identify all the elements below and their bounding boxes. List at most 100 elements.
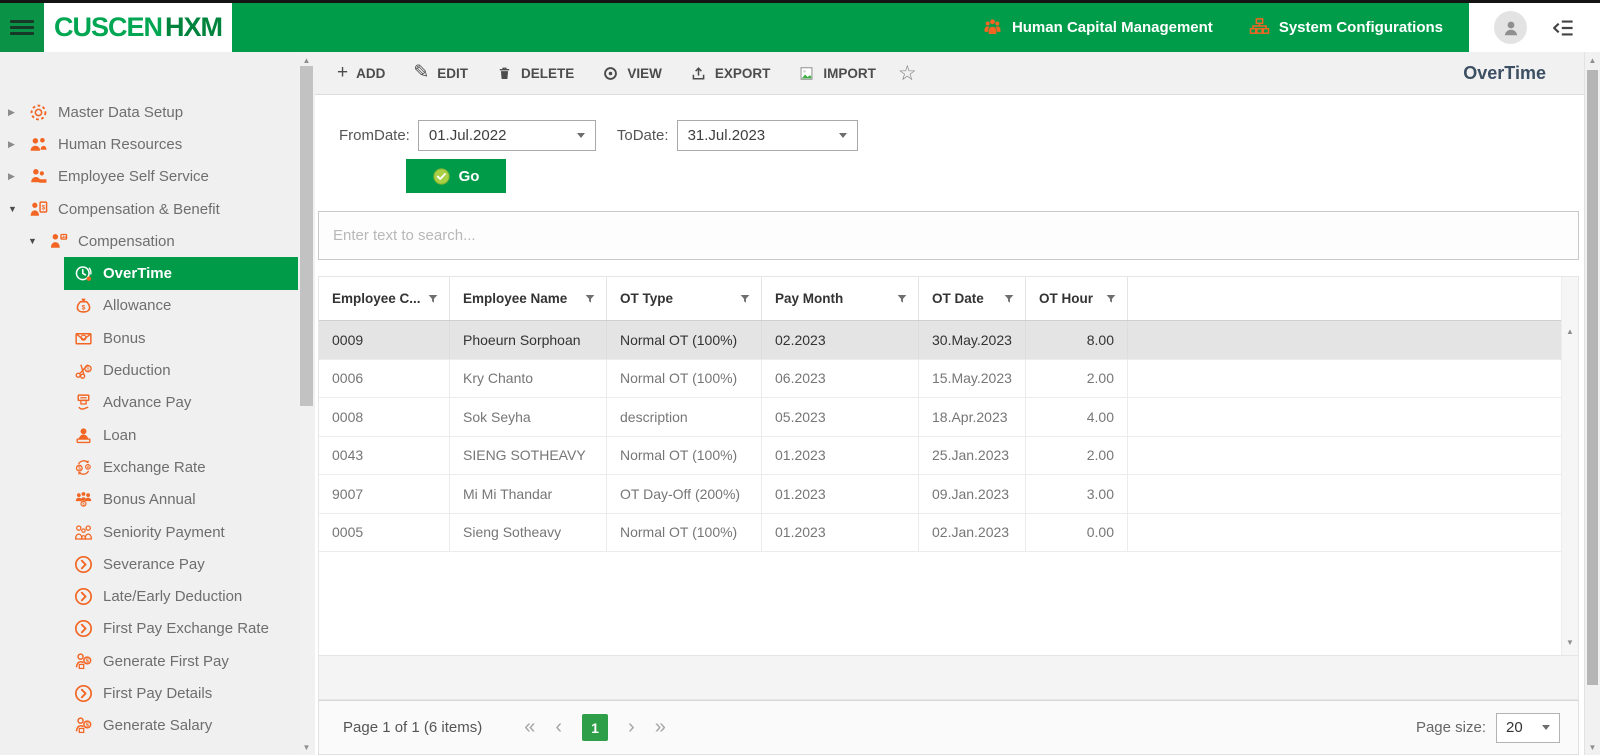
table-cell: Mi Mi Thandar (450, 475, 607, 513)
column-header-label: OT Type (620, 291, 673, 306)
sidebar-scrollbar[interactable]: ▲ ▼ (298, 52, 315, 755)
chevron-right-icon[interactable]: ▶ (8, 139, 28, 150)
next-page-button[interactable]: › (628, 716, 635, 739)
plus-icon: + (337, 65, 348, 81)
delete-button[interactable]: DELETE (482, 61, 588, 86)
sidebar-item-exchange-rate[interactable]: Exchange Rate (64, 451, 298, 483)
chevron-down-icon[interactable]: ▼ (28, 236, 48, 246)
table-cell: 4.00 (1026, 398, 1128, 436)
sidebar-item-bonus[interactable]: Bonus (64, 322, 298, 354)
table-cell: 02.2023 (762, 321, 919, 359)
go-button-label: Go (459, 168, 480, 185)
chevron-right-icon[interactable]: ▶ (8, 107, 28, 118)
table-row[interactable]: 0005Sieng SotheavyNormal OT (100%)01.202… (319, 514, 1578, 553)
chevron-down-icon[interactable]: ▼ (8, 204, 28, 214)
column-header-ot-hour[interactable]: OT Hour (1026, 277, 1128, 320)
hamburger-menu-button[interactable] (0, 3, 44, 52)
sidebar-item-overtime[interactable]: OverTime (64, 257, 298, 289)
column-header-employee-name[interactable]: Employee Name (450, 277, 607, 320)
panel-collapse-icon[interactable] (1551, 16, 1575, 40)
search-input[interactable] (333, 227, 1564, 244)
window-scrollbar-thumb[interactable] (1587, 70, 1598, 685)
sidebar-item-generate-salary[interactable]: Generate Salary (64, 710, 298, 742)
chevron-down-icon[interactable] (577, 133, 585, 138)
sidebar-item-loan[interactable]: Loan (64, 419, 298, 451)
circle-chevron-icon (73, 683, 94, 704)
scroll-up-icon[interactable]: ▲ (1585, 56, 1600, 65)
table-row[interactable]: 0006Kry ChantoNormal OT (100%)06.202315.… (319, 360, 1578, 399)
to-date-picker[interactable]: 31.Jul.2023 (677, 120, 858, 151)
sidebar-item-human-resources[interactable]: ▶Human Resources (0, 128, 298, 160)
previous-page-button[interactable]: ‹ (555, 716, 562, 739)
sidebar-item-label: Exchange Rate (103, 459, 206, 476)
column-header-label: Employee C... (332, 291, 421, 306)
sidebar-scrollbar-thumb[interactable] (300, 66, 313, 406)
scroll-up-icon[interactable]: ▲ (1562, 327, 1578, 336)
sidebar-item-compensation-benefit[interactable]: ▼Compensation & Benefit (0, 193, 298, 225)
nav-human-capital-management[interactable]: Human Capital Management (982, 17, 1213, 38)
column-header-employee-c[interactable]: Employee C... (319, 277, 450, 320)
logo-text-primary: CUSCEN (54, 12, 162, 43)
from-date-picker[interactable]: 01.Jul.2022 (418, 120, 596, 151)
table-cell: 0008 (319, 398, 450, 436)
chevron-down-icon[interactable] (1542, 725, 1550, 730)
edit-button[interactable]: ✎EDIT (399, 61, 482, 85)
sidebar-item-seniority-payment[interactable]: Seniority Payment (64, 516, 298, 548)
add-button[interactable]: +ADD (323, 61, 399, 85)
page-size-select[interactable]: 20 (1496, 713, 1560, 743)
person-doc-icon (28, 199, 49, 220)
user-avatar[interactable] (1494, 11, 1527, 44)
pager-summary: Page 1 of 1 (6 items) (343, 719, 482, 736)
chevron-down-icon[interactable] (839, 133, 847, 138)
trash-icon (496, 65, 513, 82)
sidebar-item-master-data-setup[interactable]: ▶Master Data Setup (0, 96, 298, 128)
last-page-button[interactable]: » (655, 716, 666, 739)
sidebar-item-first-pay-exchange-rate[interactable]: First Pay Exchange Rate (64, 613, 298, 645)
sidebar-item-severance-pay[interactable]: Severance Pay (64, 548, 298, 580)
column-header-ot-date[interactable]: OT Date (919, 277, 1026, 320)
sidebar-item-allowance[interactable]: Allowance (64, 290, 298, 322)
table-row[interactable]: 0009Phoeurn SorphoanNormal OT (100%)02.2… (319, 321, 1578, 360)
hamburger-icon (10, 17, 34, 38)
top-right-panel (1469, 3, 1600, 52)
current-page-button[interactable]: 1 (582, 714, 608, 741)
view-button[interactable]: VIEW (588, 61, 676, 86)
favorite-button[interactable]: ☆ (898, 61, 917, 86)
grid-vertical-scrollbar[interactable]: ▲ ▼ (1561, 277, 1578, 655)
table-cell: 30.May.2023 (919, 321, 1026, 359)
window-scrollbar[interactable]: ▲ ▼ (1584, 52, 1600, 755)
table-cell: 01.2023 (762, 514, 919, 552)
scroll-down-icon[interactable]: ▼ (298, 743, 315, 752)
scroll-down-icon[interactable]: ▼ (1562, 638, 1578, 647)
eye-icon (602, 65, 619, 82)
sidebar-item-employee-self-service[interactable]: ▶Employee Self Service (0, 161, 298, 193)
column-header-ot-type[interactable]: OT Type (607, 277, 762, 320)
sidebar-item-generate-first-pay[interactable]: Generate First Pay (64, 645, 298, 677)
table-cell: 02.Jan.2023 (919, 514, 1026, 552)
first-page-button[interactable]: « (524, 716, 535, 739)
table-row[interactable]: 9007Mi Mi ThandarOT Day-Off (200%)01.202… (319, 475, 1578, 514)
sidebar-item-compensation[interactable]: ▼Compensation (0, 225, 298, 257)
app-logo: CUSCEN HXM (44, 3, 232, 52)
scroll-down-icon[interactable]: ▼ (1585, 743, 1600, 752)
table-cell: 18.Apr.2023 (919, 398, 1026, 436)
sidebar-item-first-pay-details[interactable]: First Pay Details (64, 677, 298, 709)
sidebar-item-deduction[interactable]: Deduction (64, 354, 298, 386)
sidebar-item-late-early-deduction[interactable]: Late/Early Deduction (64, 580, 298, 612)
import-button[interactable]: IMPORT (784, 61, 890, 86)
sidebar-item-label: Generate First Pay (103, 653, 229, 670)
table-row[interactable]: 0008Sok Seyhadescription05.202318.Apr.20… (319, 398, 1578, 437)
chevron-right-icon[interactable]: ▶ (8, 171, 28, 182)
sidebar-item-advance-pay[interactable]: Advance Pay (64, 387, 298, 419)
go-button[interactable]: Go (406, 159, 506, 193)
import-icon (798, 65, 815, 82)
table-row[interactable]: 0043SIENG SOTHEAVYNormal OT (100%)01.202… (319, 437, 1578, 476)
filter-panel: FromDate: 01.Jul.2022 ToDate: 31.Jul.202… (315, 95, 1584, 198)
scroll-up-icon[interactable]: ▲ (298, 56, 315, 65)
sidebar-item-label: Seniority Payment (103, 524, 225, 541)
nav-system-configurations[interactable]: System Configurations (1249, 17, 1443, 38)
column-header-pay-month[interactable]: Pay Month (762, 277, 919, 320)
sidebar-item-bonus-annual[interactable]: Bonus Annual (64, 484, 298, 516)
export-button[interactable]: EXPORT (676, 61, 785, 86)
table-cell: 0009 (319, 321, 450, 359)
